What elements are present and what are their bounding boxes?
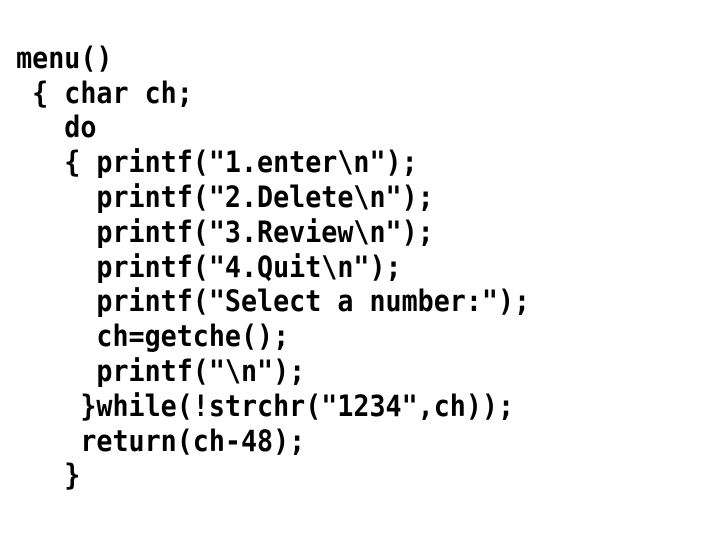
code-line: }while(!strchr("1234",ch)); <box>0 389 514 423</box>
code-line: printf("3.Review\n"); <box>0 215 434 249</box>
code-line: printf("2.Delete\n"); <box>0 180 434 214</box>
code-line: menu() <box>0 41 112 75</box>
code-line: return(ch-48); <box>0 424 305 458</box>
code-line: printf("4.Quit\n"); <box>0 250 402 284</box>
code-line: ch=getche(); <box>0 319 289 353</box>
code-line: { char ch; <box>0 76 193 110</box>
code-line: do <box>0 110 96 144</box>
code-line: { printf("1.enter\n"); <box>0 145 418 179</box>
code-line: } <box>0 458 80 492</box>
code-line: printf("\n"); <box>0 354 305 388</box>
code-line: printf("Select a number:"); <box>0 284 530 318</box>
code-block: menu() { char ch; do { printf("1.enter\n… <box>0 0 662 493</box>
